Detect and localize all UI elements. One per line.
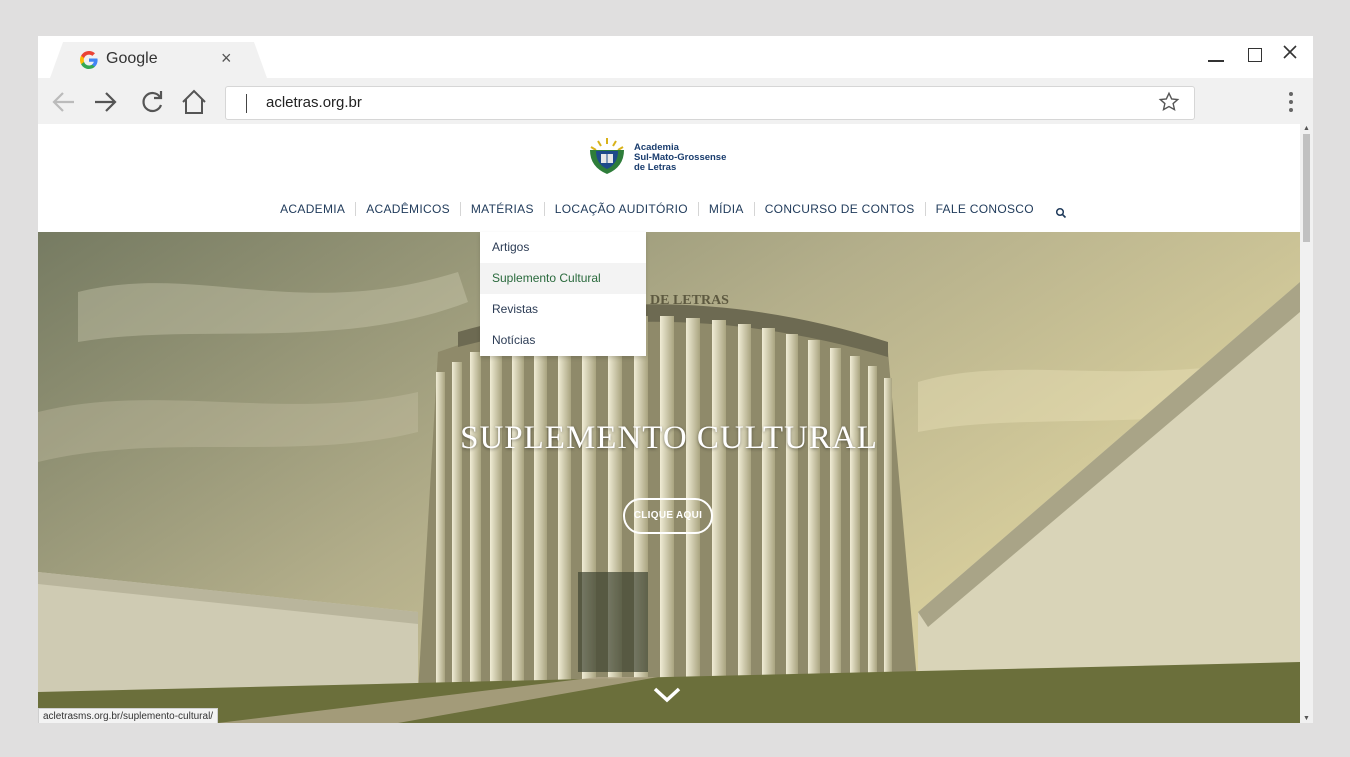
site-logo[interactable]: Academia Sul-Mato-Grossense de Letras <box>587 136 737 178</box>
hero-banner: DE LETRAS SUPLEMENTO CULTURAL CLIQUE AQU… <box>38 232 1300 723</box>
scrollbar-thumb[interactable] <box>1303 134 1310 242</box>
tab-close-icon[interactable]: × <box>221 48 232 69</box>
browser-window: Google × acletras.org.br Academia Sul-Ma… <box>38 36 1313 723</box>
nav-concurso-de-contos[interactable]: CONCURSO DE CONTOS <box>755 202 926 216</box>
reload-icon[interactable] <box>138 88 166 116</box>
home-icon[interactable] <box>180 88 208 116</box>
hero-cta-button[interactable]: CLIQUE AQUI <box>623 498 713 534</box>
browser-tab[interactable]: Google × <box>50 42 267 78</box>
web-page: Academia Sul-Mato-Grossense de Letras AC… <box>38 124 1300 723</box>
dropdown-item-artigos[interactable]: Artigos <box>480 232 646 263</box>
search-icon[interactable] <box>1054 206 1068 220</box>
back-icon[interactable] <box>50 88 78 116</box>
nav-fale-conosco[interactable]: FALE CONOSCO <box>926 202 1044 216</box>
window-close-icon[interactable] <box>1282 44 1298 64</box>
google-icon <box>80 51 98 69</box>
status-bar-url: acletrasms.org.br/suplemento-cultural/ <box>38 708 219 723</box>
dropdown-item-revistas[interactable]: Revistas <box>480 294 646 325</box>
nav-academicos[interactable]: ACADÊMICOS <box>356 202 461 216</box>
materias-dropdown-menu: Artigos Suplemento Cultural Revistas Not… <box>480 232 646 356</box>
hero-building-image: DE LETRAS <box>38 232 1300 723</box>
scroll-down-icon[interactable]: ▼ <box>1303 715 1310 722</box>
dropdown-item-suplemento-cultural[interactable]: Suplemento Cultural <box>480 263 646 294</box>
address-bar[interactable]: acletras.org.br <box>225 86 1195 120</box>
text-caret <box>246 94 247 113</box>
minimize-icon[interactable] <box>1208 42 1224 62</box>
site-header: Academia Sul-Mato-Grossense de Letras AC… <box>38 124 1300 232</box>
nav-materias[interactable]: MATÉRIAS <box>461 202 545 216</box>
scroll-up-icon[interactable]: ▲ <box>1303 125 1310 132</box>
bookmark-star-icon[interactable] <box>1158 91 1180 113</box>
hero-title: SUPLEMENTO CULTURAL <box>460 420 878 456</box>
nav-locacao-auditorio[interactable]: LOCAÇÃO AUDITÓRIO <box>545 202 699 216</box>
logo-text: Academia Sul-Mato-Grossense de Letras <box>634 142 727 173</box>
forward-icon[interactable] <box>91 88 119 116</box>
main-nav: ACADEMIA ACADÊMICOS MATÉRIAS LOCAÇÃO AUDITÓ… <box>38 202 1300 220</box>
url-text: acletras.org.br <box>266 94 362 111</box>
dropdown-item-noticias[interactable]: Notícias <box>480 325 646 356</box>
nav-academia[interactable]: ACADEMIA <box>270 202 357 216</box>
browser-menu-icon[interactable] <box>1289 92 1295 116</box>
crest-icon <box>590 138 624 174</box>
tab-strip: Google × <box>38 36 1313 78</box>
building-sign-text: DE LETRAS <box>650 293 729 308</box>
chevron-down-icon[interactable] <box>652 686 682 704</box>
browser-toolbar: acletras.org.br <box>38 78 1313 124</box>
maximize-icon[interactable] <box>1248 48 1262 62</box>
tab-title: Google <box>106 50 158 67</box>
nav-midia[interactable]: MÍDIA <box>699 202 755 216</box>
page-scrollbar[interactable]: ▲ ▼ <box>1300 124 1313 723</box>
